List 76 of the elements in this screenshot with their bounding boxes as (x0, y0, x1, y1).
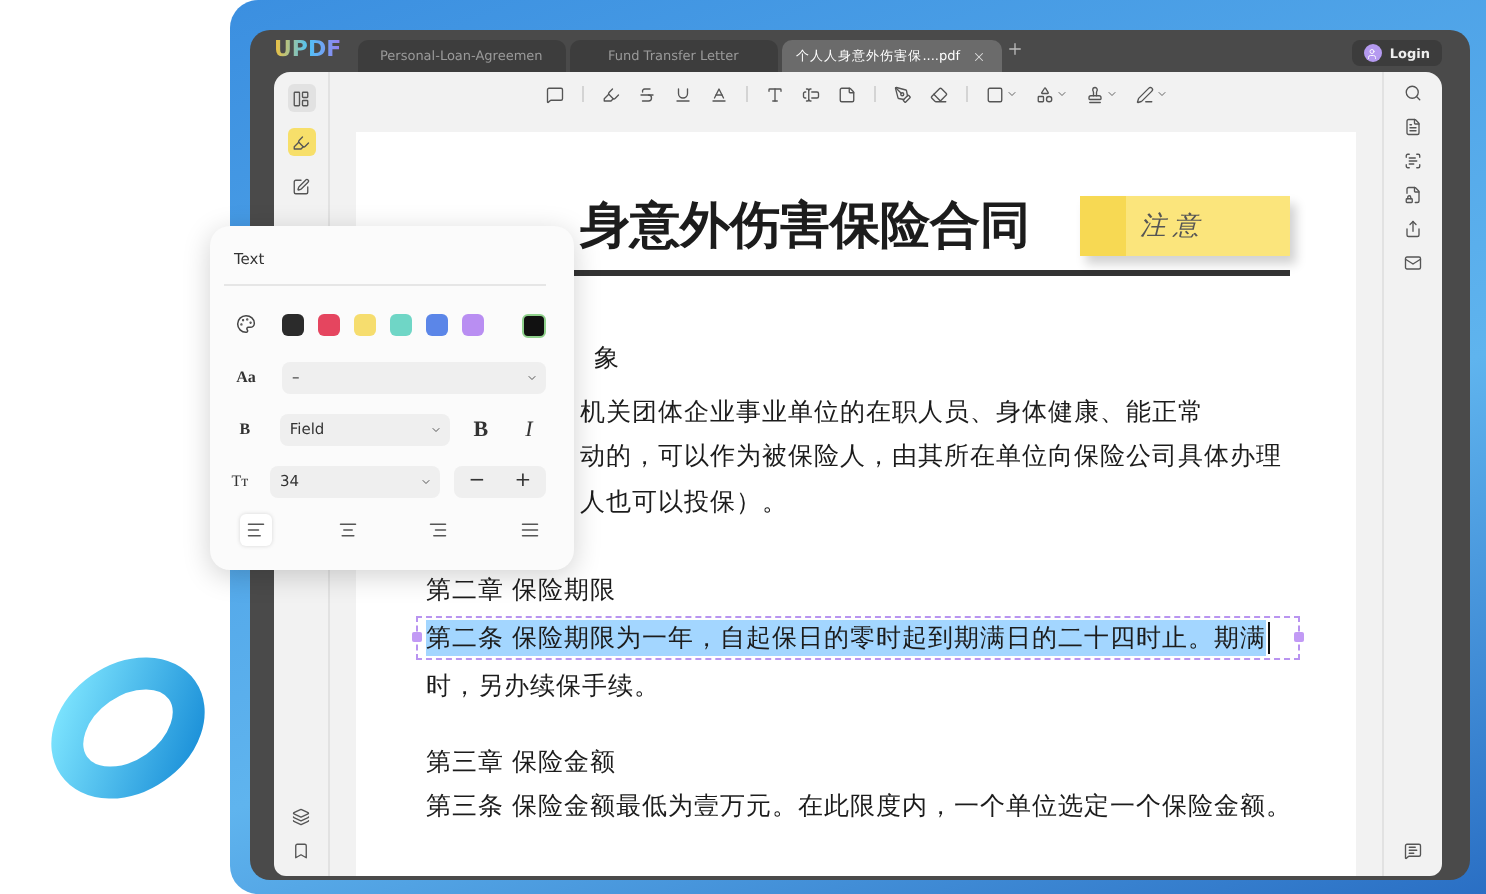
caret-icon (1155, 88, 1167, 100)
comment-icon[interactable] (545, 85, 563, 103)
bold-button[interactable]: B (463, 417, 498, 441)
shape-tool-button[interactable] (985, 85, 1017, 103)
pen-icon[interactable] (893, 85, 911, 103)
color-swatch[interactable] (390, 314, 412, 336)
sticky-note[interactable]: 注 意 (1080, 195, 1290, 255)
close-icon[interactable] (972, 49, 987, 63)
strikethrough-icon[interactable] (637, 85, 655, 103)
bookmark-icon[interactable] (292, 842, 310, 860)
shapes-tool-button[interactable] (1035, 85, 1067, 103)
paragraph-text: 动的，可以作为被保险人，由其所在单位向保险公司具体办理 (580, 438, 1284, 474)
palette-icon[interactable] (236, 313, 256, 333)
comments-icon[interactable] (1404, 842, 1422, 860)
text-box-icon[interactable] (801, 85, 819, 103)
color-swatch[interactable] (318, 314, 340, 336)
caret-icon (1005, 88, 1017, 100)
text-edit-box[interactable]: 第二条 保险期限为一年，自起保日的零时起到期满日的二十四时止。期满 (416, 616, 1300, 660)
paragraph-text: 第三条 保险金额最低为壹万元。在此限度内，一个单位选定一个保险金额。 (426, 788, 1290, 824)
decrease-size-button[interactable]: − (454, 470, 500, 492)
convert-file-icon[interactable] (1404, 118, 1422, 136)
paragraph-text: 人也可以投保）。 (580, 483, 790, 519)
ocr-icon[interactable] (1404, 152, 1422, 170)
stamp-icon (1085, 85, 1103, 103)
paragraph-text: 时，另办续保手续。 (426, 668, 662, 704)
color-swatch[interactable] (282, 314, 304, 336)
font-label: Aa (234, 368, 258, 386)
layers-icon[interactable] (292, 808, 310, 826)
text-icon[interactable] (765, 85, 783, 103)
paragraph-text: 机关团体企业事业单位的在职人员、身体健康、能正常 (580, 393, 1206, 429)
share-icon[interactable] (1404, 220, 1422, 238)
edit-icon (292, 177, 310, 195)
align-right-icon (428, 520, 449, 540)
align-button[interactable] (240, 514, 272, 546)
signature-tool-button[interactable] (1135, 85, 1167, 103)
stamp-tool-button[interactable] (1085, 85, 1117, 103)
selected-text[interactable]: 第二条 保险期限为一年，自起保日的零时起到期满日的二十四时止。期满 (426, 620, 1266, 656)
color-swatch[interactable] (426, 314, 448, 336)
protect-file-icon[interactable] (1404, 186, 1422, 204)
sidebar-tool-button[interactable] (287, 128, 315, 156)
resize-handle[interactable] (412, 632, 422, 642)
style-label: B (237, 420, 253, 438)
align-justify-icon (519, 520, 540, 540)
caret-icon (429, 423, 442, 435)
square-icon (985, 85, 1003, 103)
color-swatch[interactable] (354, 314, 376, 336)
highlighter-icon[interactable] (601, 85, 619, 103)
highlighter-icon (292, 133, 310, 151)
italic-button[interactable]: I (511, 417, 546, 441)
caret-icon (420, 475, 432, 487)
new-tab-icon[interactable] (1005, 40, 1024, 58)
page-thumbnails-icon (292, 89, 310, 107)
sidebar-tool-button[interactable] (287, 84, 315, 112)
search-icon[interactable] (1404, 84, 1422, 102)
caret-icon (1105, 88, 1117, 100)
paragraph-text: 象 (594, 340, 622, 376)
chapter-heading: 第二章 保险期限 (426, 572, 618, 608)
caret-icon (1055, 88, 1067, 100)
shapes-icon (1035, 85, 1053, 103)
sticky-note-icon[interactable] (837, 85, 855, 103)
underline-icon[interactable] (673, 85, 691, 103)
size-label: Tт (229, 472, 251, 490)
align-left-icon (246, 520, 266, 540)
app-logo: UPDF (274, 36, 342, 62)
color-swatch[interactable] (462, 314, 484, 336)
increase-size-button[interactable]: + (500, 470, 546, 492)
caret-icon (526, 371, 538, 383)
align-center-icon (337, 520, 358, 540)
pen-line-icon (1135, 85, 1153, 103)
mail-icon[interactable] (1404, 254, 1422, 272)
eraser-icon[interactable] (929, 85, 947, 103)
resize-handle[interactable] (1294, 632, 1304, 642)
text-cursor (1267, 622, 1270, 654)
document-title: 身意外伤害保险合同 (580, 194, 1030, 258)
custom-color-button[interactable] (522, 313, 546, 337)
chapter-heading: 第三章 保险金额 (426, 744, 618, 780)
